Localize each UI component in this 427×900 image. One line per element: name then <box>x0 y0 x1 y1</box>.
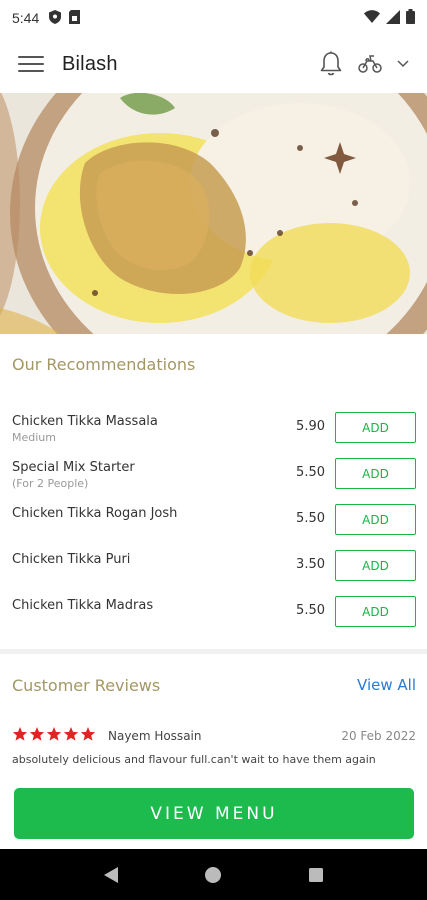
star-icon <box>46 727 62 741</box>
add-button[interactable]: ADD <box>335 504 416 535</box>
signal-icon <box>386 9 400 27</box>
add-button[interactable]: ADD <box>335 596 416 627</box>
item-price: 3.50 <box>296 557 325 572</box>
view-menu-button[interactable]: VIEW MENU <box>14 788 414 839</box>
star-icon <box>12 727 28 741</box>
add-button[interactable]: ADD <box>335 458 416 489</box>
back-icon[interactable] <box>103 866 119 884</box>
recommendations-title: Our Recommendations <box>12 355 196 374</box>
add-button[interactable]: ADD <box>335 550 416 581</box>
section-divider <box>0 649 427 654</box>
star-rating <box>12 726 96 742</box>
battery-icon <box>406 9 415 27</box>
item-name: Special Mix Starter <box>12 460 135 475</box>
bell-icon[interactable] <box>319 51 343 77</box>
app-title: Bilash <box>62 52 118 75</box>
item-name: Chicken Tikka Puri <box>12 552 131 567</box>
list-item: Chicken Tikka Massala Medium 5.90 ADD <box>0 408 427 454</box>
recents-icon[interactable] <box>308 867 324 883</box>
star-icon <box>29 727 45 741</box>
item-subtitle: (For 2 People) <box>12 477 89 490</box>
shield-icon <box>49 9 62 27</box>
home-icon[interactable] <box>204 866 222 884</box>
star-icon <box>63 727 79 741</box>
list-item: Chicken Tikka Madras 5.50 ADD <box>0 592 427 638</box>
status-time: 5:44 <box>12 10 40 26</box>
scooter-icon[interactable] <box>357 53 383 75</box>
wifi-icon <box>364 10 380 26</box>
item-subtitle: Medium <box>12 431 56 444</box>
system-navigation-bar <box>0 849 427 900</box>
review-date: 20 Feb 2022 <box>341 729 416 743</box>
star-icon <box>80 727 96 741</box>
hero-food-image <box>0 93 427 334</box>
view-all-link[interactable]: View All <box>357 676 416 694</box>
list-item: Chicken Tikka Rogan Josh 5.50 ADD <box>0 500 427 546</box>
list-item: Special Mix Starter (For 2 People) 5.50 … <box>0 454 427 500</box>
menu-icon[interactable] <box>18 53 44 75</box>
sim-card-icon <box>69 9 81 27</box>
reviews-title: Customer Reviews <box>12 676 161 695</box>
add-button[interactable]: ADD <box>335 412 416 443</box>
list-item: Chicken Tikka Puri 3.50 ADD <box>0 546 427 592</box>
chevron-down-icon[interactable] <box>397 60 409 68</box>
item-name: Chicken Tikka Rogan Josh <box>12 506 178 521</box>
item-name: Chicken Tikka Madras <box>12 598 154 613</box>
recommendations-list: Chicken Tikka Massala Medium 5.90 ADD Sp… <box>0 408 427 638</box>
review-text: absolutely delicious and flavour full.ca… <box>12 753 376 766</box>
item-price: 5.50 <box>296 465 325 480</box>
item-price: 5.50 <box>296 511 325 526</box>
item-name: Chicken Tikka Massala <box>12 414 158 429</box>
item-price: 5.50 <box>296 603 325 618</box>
app-bar: Bilash <box>0 36 427 92</box>
reviewer-name: Nayem Hossain <box>108 729 202 743</box>
item-price: 5.90 <box>296 419 325 434</box>
status-bar: 5:44 <box>0 0 427 36</box>
